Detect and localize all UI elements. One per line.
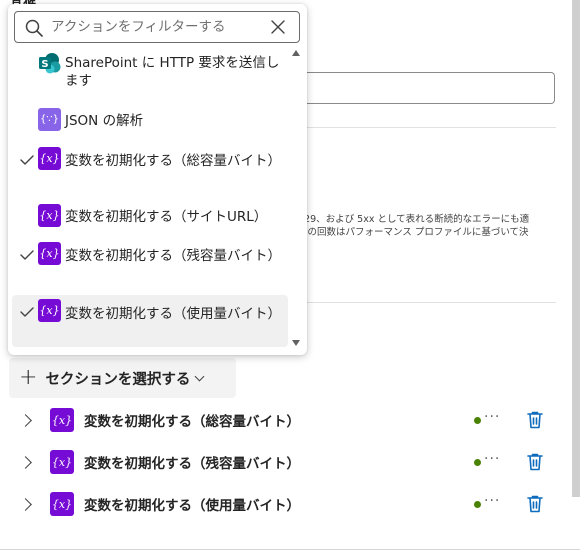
status-ok-icon [474,501,481,508]
plus-icon: + [19,365,38,390]
sharepoint-icon: S [39,53,61,74]
select-section-label: セクションを選択する [45,371,191,388]
option-label: JSON の解析 [65,113,144,129]
delete-icon[interactable] [526,452,544,472]
description-line: 行の回数はパフォーマンス プロファイルに基づいて決 [298,227,529,238]
action-filter-dropdown: S SharePoint に HTTP 要求を送信します {∵} JSON の解… [8,4,307,355]
option-parse-json[interactable]: {∵} JSON の解析 [12,108,288,134]
scroll-up-arrow-icon[interactable] [292,50,300,56]
option-init-site-url[interactable]: {x} 変数を初期化する（サイトURL） [12,204,288,230]
divider [0,549,580,550]
action-title: 変数を初期化する（残容量バイト） [84,456,300,472]
action-row[interactable]: {x} 変数を初期化する（残容量バイト） ··· [14,444,554,480]
retry-policy-description: 429、および 5xx として表れる断続的なエラーにも適 行の回数はパフォーマン… [298,213,560,239]
variable-icon: {x} [38,147,61,170]
option-label: 変数を初期化する（使用量バイト） [65,306,281,322]
option-label: 変数を初期化する（サイトURL） [65,209,268,225]
option-label: 変数を初期化する（総容量バイト） [65,153,281,169]
option-init-total-bytes[interactable]: {x} 変数を初期化する（総容量バイト） [12,147,288,189]
variable-icon: {x} [50,492,74,516]
page-scrollbar[interactable] [572,0,580,497]
checkmark-icon [20,307,34,317]
search-icon [25,19,43,37]
variable-icon: {x} [50,408,74,432]
description-line: 429、および 5xx として表れる断続的なエラーにも適 [298,214,530,225]
option-init-remaining-bytes[interactable]: {x} 変数を初期化する（残容量バイト） [12,242,288,284]
action-title: 変数を初期化する（総容量バイト） [84,414,300,430]
action-title: 変数を初期化する（使用量バイト） [84,498,300,514]
scroll-down-arrow-icon[interactable] [292,340,300,346]
variable-icon: {x} [50,450,74,474]
more-options-icon[interactable]: ··· [484,493,500,509]
action-row[interactable]: {x} 変数を初期化する（使用量バイト） ··· [14,486,554,522]
filter-actions-input[interactable] [51,16,261,38]
checkmark-icon [20,250,34,260]
variable-icon: {x} [38,242,61,265]
json-icon: {∵} [38,108,61,131]
close-icon[interactable] [271,20,285,34]
chevron-right-icon[interactable] [19,413,32,427]
delete-icon[interactable] [526,410,544,430]
select-section-button[interactable]: + セクションを選択する [9,358,236,398]
option-sharepoint-http[interactable]: S SharePoint に HTTP 要求を送信します [12,52,288,94]
variable-icon: {x} [38,204,61,227]
chevron-down-icon [194,371,205,381]
filter-search-box[interactable] [14,11,300,43]
chevron-right-icon[interactable] [19,455,32,469]
option-label: SharePoint に HTTP 要求を送信します [65,55,280,89]
svg-text:S: S [41,59,48,70]
option-label: 変数を初期化する（残容量バイト） [65,248,281,264]
divider [296,127,556,128]
chevron-right-icon[interactable] [19,497,32,511]
delete-icon[interactable] [526,494,544,514]
action-row[interactable]: {x} 変数を初期化する（総容量バイト） ··· [14,402,554,438]
more-options-icon[interactable]: ··· [484,409,500,425]
status-ok-icon [474,417,481,424]
more-options-icon[interactable]: ··· [484,451,500,467]
option-init-used-bytes[interactable]: {x} 変数を初期化する（使用量バイト） [12,295,288,347]
divider [296,302,556,303]
background-input-field[interactable] [296,72,555,104]
status-ok-icon [474,459,481,466]
variable-icon: {x} [38,299,61,322]
checkmark-icon [20,155,34,165]
